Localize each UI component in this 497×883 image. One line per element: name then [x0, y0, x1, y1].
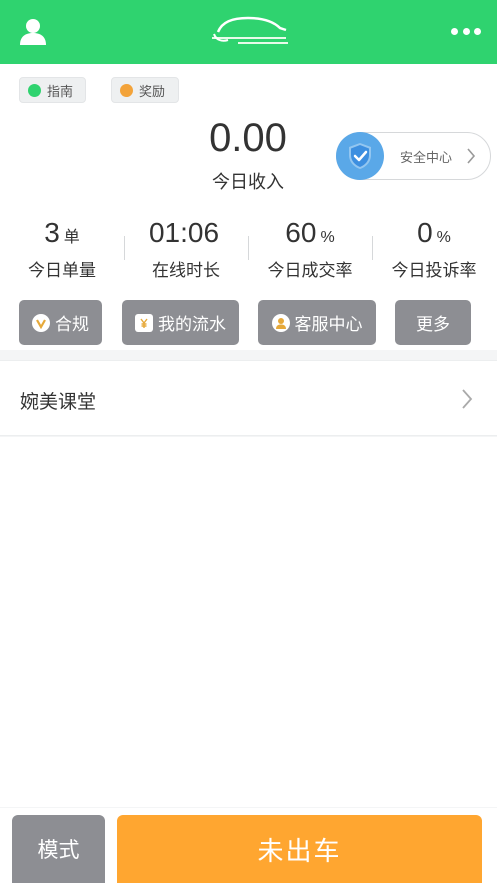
content-area	[0, 437, 497, 807]
stat-orders: 3单 今日单量	[0, 214, 124, 281]
mode-label: 模式	[37, 838, 80, 862]
user-icon[interactable]	[18, 16, 48, 46]
car-logo-icon	[208, 14, 290, 50]
safety-center-button[interactable]: 安全中心	[336, 132, 491, 180]
stat-label: 在线时长	[152, 261, 220, 281]
action-label: 我的流水	[158, 315, 226, 335]
safety-center-label: 安全中心	[400, 150, 453, 166]
start-driving-button[interactable]: 未出车	[117, 815, 482, 883]
stat-value: 01:06	[148, 217, 220, 248]
receipt-icon	[135, 313, 153, 332]
stat-unit: 单	[63, 229, 80, 246]
stat-complaint-rate: 0% 今日投诉率	[372, 214, 496, 281]
my-earnings-button[interactable]: 我的流水	[122, 300, 239, 345]
course-row[interactable]: 婉美课堂	[0, 360, 497, 436]
stat-label: 今日投诉率	[391, 261, 477, 281]
stat-unit: %	[436, 229, 451, 246]
bottom-bar: 模式 未出车	[0, 808, 497, 883]
action-label: 客服中心	[294, 315, 363, 335]
stat-unit: %	[320, 229, 335, 246]
status-label: 未出车	[257, 836, 342, 867]
compliance-v-icon	[32, 313, 50, 332]
stat-value: 60	[285, 217, 317, 248]
medal-icon	[120, 83, 133, 97]
compliance-button[interactable]: 合规	[19, 300, 102, 345]
reward-label: 奖励	[139, 84, 166, 100]
stats-row: 3单 今日单量 01:06 在线时长 60% 今日成交率 0% 今日投诉率	[0, 214, 497, 284]
mode-button[interactable]: 模式	[12, 815, 105, 883]
reward-chip[interactable]: 奖励	[111, 77, 179, 103]
stat-label: 今日成交率	[267, 261, 353, 281]
guide-chip[interactable]: 指南	[19, 77, 86, 103]
quick-actions: 合规 我的流水 客服中心 更多	[0, 300, 497, 346]
income-label: 今日收入	[212, 172, 284, 193]
course-label: 婉美课堂	[20, 391, 97, 413]
income-value: 0.00	[209, 116, 287, 160]
stat-deal-rate: 60% 今日成交率	[248, 214, 372, 281]
guide-label: 指南	[47, 84, 74, 100]
support-agent-icon	[271, 313, 290, 332]
action-label: 合规	[55, 315, 89, 335]
stat-label: 今日单量	[28, 261, 96, 281]
stat-online-time: 01:06 在线时长	[124, 214, 248, 281]
customer-service-button[interactable]: 客服中心	[258, 300, 376, 345]
shield-check-icon	[336, 132, 384, 180]
chevron-right-icon	[466, 147, 476, 169]
compass-icon	[28, 83, 41, 97]
summary-card: 指南 奖励 0.00 今日收入 安全中心 3单 今日单量 01:06 在线时长	[0, 64, 497, 350]
action-label: 更多	[416, 315, 450, 335]
more-button[interactable]: 更多	[395, 300, 471, 345]
chevron-right-icon	[461, 388, 473, 414]
app-header	[0, 0, 497, 64]
more-dots-icon[interactable]	[451, 24, 481, 38]
stat-value: 0	[417, 217, 433, 248]
stat-value: 3	[44, 217, 60, 248]
